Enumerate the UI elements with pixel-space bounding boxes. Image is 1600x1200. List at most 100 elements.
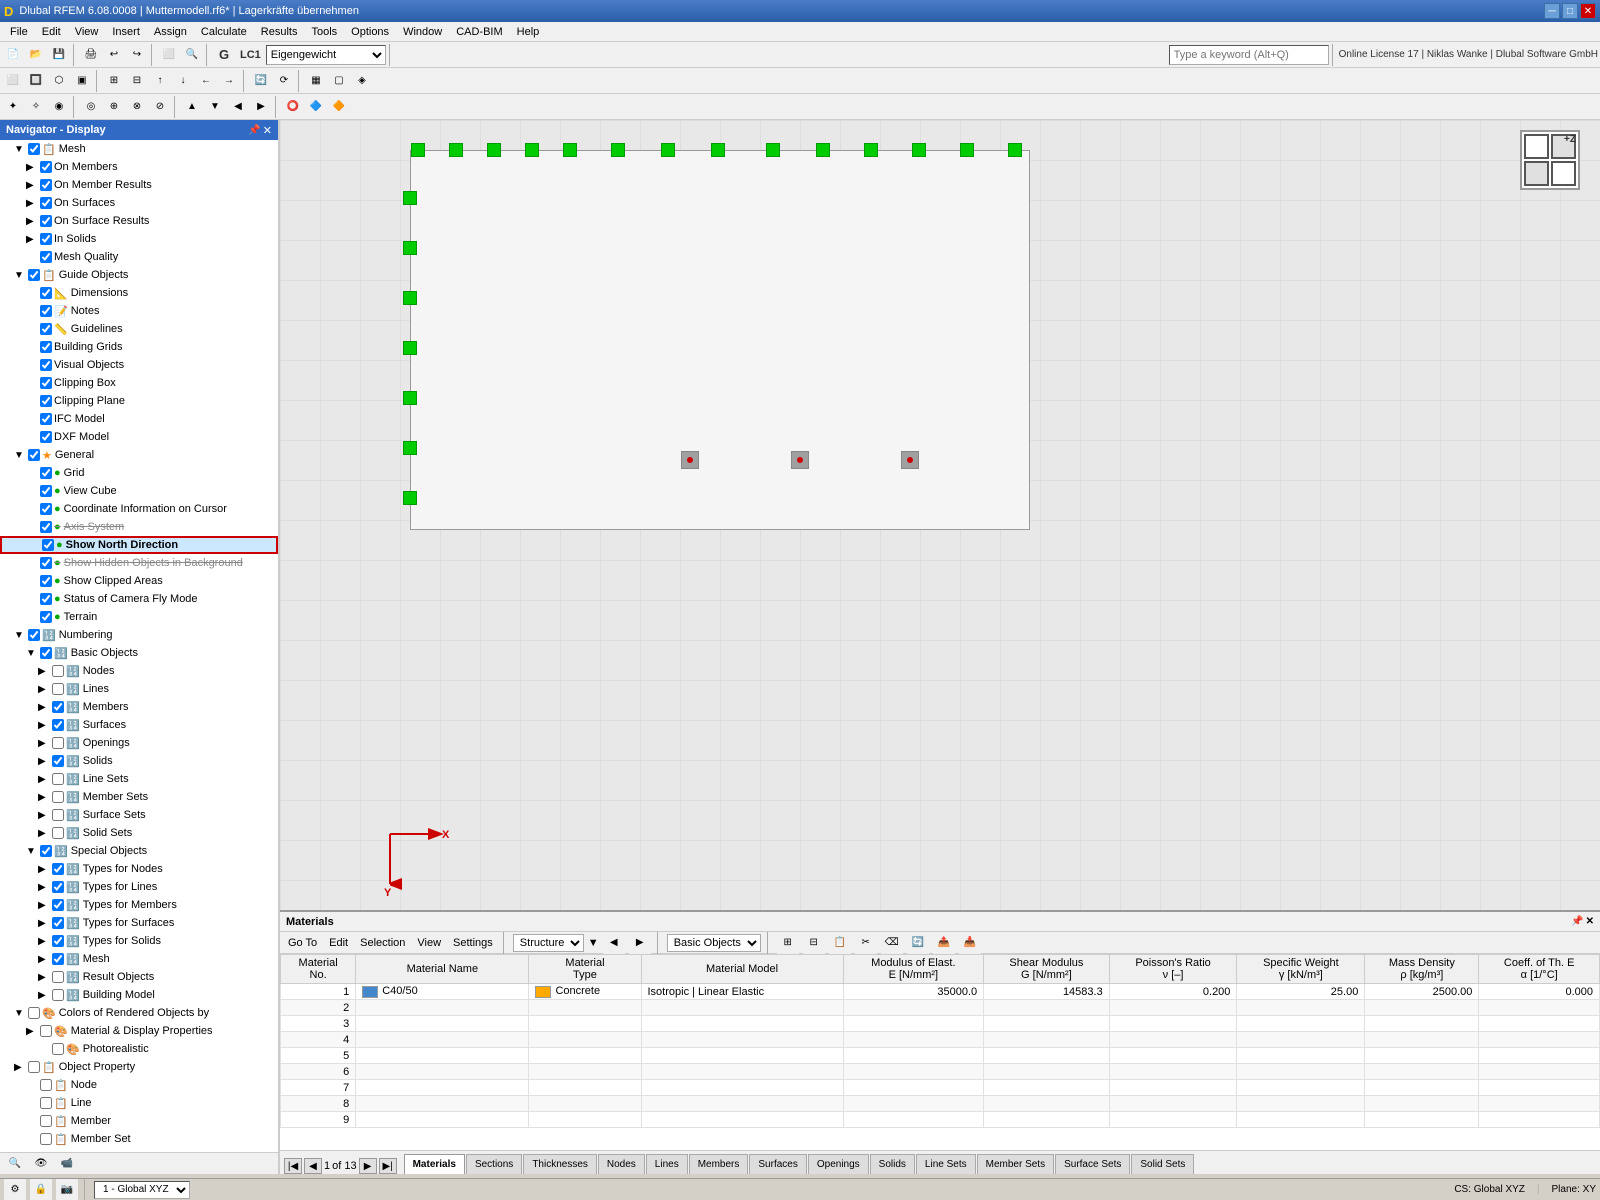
menu-options[interactable]: Options (345, 25, 395, 39)
tree-terrain[interactable]: ● Terrain (0, 608, 278, 626)
tree-show-clipped[interactable]: ● Show Clipped Areas (0, 572, 278, 590)
mat-dropdown-arrow[interactable]: ▼ (588, 937, 599, 949)
tb-r2[interactable]: 🔲 (25, 70, 47, 92)
tab-line-sets[interactable]: Line Sets (916, 1154, 976, 1174)
tb-r13[interactable]: ▦ (305, 70, 327, 92)
tree-mesh-quality[interactable]: Mesh Quality (0, 248, 278, 266)
tb-open[interactable]: 📂 (25, 44, 47, 66)
tb-r4[interactable]: ▣ (71, 70, 93, 92)
coord-system-dropdown[interactable]: 1 - Global XYZ (94, 1181, 190, 1199)
tb-r3[interactable]: ⬡ (48, 70, 70, 92)
tb-g-icon[interactable]: G (213, 44, 235, 66)
tb-r9[interactable]: ← (195, 70, 217, 92)
tree-view-cube[interactable]: ● View Cube (0, 482, 278, 500)
tree-on-member-results[interactable]: ▶ On Member Results (0, 176, 278, 194)
tab-surface-sets[interactable]: Surface Sets (1055, 1154, 1130, 1174)
tab-solids[interactable]: Solids (870, 1154, 915, 1174)
tree-building-model[interactable]: ▶ 🔢 Building Model (0, 986, 278, 1004)
tb-s14[interactable]: 🔶 (328, 96, 350, 118)
tree-mesh-num[interactable]: ▶ 🔢 Mesh (0, 950, 278, 968)
tree-object-property[interactable]: ▶ 📋 Object Property (0, 1058, 278, 1076)
menu-file[interactable]: File (4, 25, 34, 39)
table-row[interactable]: 2 (281, 1000, 1600, 1016)
viewport[interactable]: +Z (280, 120, 1600, 1174)
tb-undo[interactable]: ↩ (103, 44, 125, 66)
tree-types-members[interactable]: ▶ 🔢 Types for Members (0, 896, 278, 914)
nav-pin-btn[interactable]: 📌 (248, 124, 260, 137)
tree-member-set-obj[interactable]: 📋 Member Set (0, 1130, 278, 1148)
tab-member-sets[interactable]: Member Sets (977, 1154, 1054, 1174)
mat-tb7[interactable]: 📤 (933, 932, 955, 954)
tb-r5[interactable]: ⊞ (103, 70, 125, 92)
tree-clipping-plane[interactable]: Clipping Plane (0, 392, 278, 410)
tab-lines[interactable]: Lines (646, 1154, 688, 1174)
tree-show-hidden[interactable]: ● Show Hidden Objects in Background (0, 554, 278, 572)
tree-dimensions[interactable]: 📐 Dimensions (0, 284, 278, 302)
tab-nodes[interactable]: Nodes (598, 1154, 645, 1174)
tree-result-objects[interactable]: ▶ 🔢 Result Objects (0, 968, 278, 986)
tree-node-obj[interactable]: 📋 Node (0, 1076, 278, 1094)
nav-btn-3[interactable]: 📹 (56, 1153, 78, 1175)
table-row[interactable]: 1 C40/50 Concrete Isotropic | Linear Ela… (281, 984, 1600, 1000)
tree-on-members[interactable]: ▶ On Members (0, 158, 278, 176)
tab-solid-sets[interactable]: Solid Sets (1131, 1154, 1194, 1174)
tree-general[interactable]: ▼ ★ General (0, 446, 278, 464)
maximize-btn[interactable]: □ (1562, 3, 1578, 19)
tab-materials[interactable]: Materials (404, 1154, 465, 1174)
tree-basic-objects[interactable]: ▼ 🔢 Basic Objects (0, 644, 278, 662)
tb-s12[interactable]: ⭕ (282, 96, 304, 118)
tree-nodes[interactable]: ▶ 🔢 Nodes (0, 662, 278, 680)
tb-s6[interactable]: ⊗ (126, 96, 148, 118)
tree-member-obj[interactable]: 📋 Member (0, 1112, 278, 1130)
tb-r8[interactable]: ↓ (172, 70, 194, 92)
tree-show-north[interactable]: ● Show North Direction (0, 536, 278, 554)
table-row[interactable]: 9 (281, 1112, 1600, 1128)
table-row[interactable]: 4 (281, 1032, 1600, 1048)
menu-cad-bim[interactable]: CAD-BIM (450, 25, 508, 39)
tree-colors-rendered[interactable]: ▼ 🎨 Colors of Rendered Objects by (0, 1004, 278, 1022)
tree-solid-sets[interactable]: ▶ 🔢 Solid Sets (0, 824, 278, 842)
mat-tb6[interactable]: 🔄 (907, 932, 929, 954)
tb-s13[interactable]: 🔷 (305, 96, 327, 118)
tree-on-surface-results[interactable]: ▶ On Surface Results (0, 212, 278, 230)
status-icon-2[interactable]: 🔒 (30, 1179, 52, 1200)
materials-pin[interactable]: 📌 (1571, 916, 1583, 927)
menu-help[interactable]: Help (511, 25, 546, 39)
mat-structure-dropdown[interactable]: Structure (513, 934, 584, 952)
tree-grid[interactable]: ● Grid (0, 464, 278, 482)
nav-btn-1[interactable]: 🔍 (4, 1153, 26, 1175)
table-row[interactable]: 6 (281, 1064, 1600, 1080)
mat-tb3[interactable]: 📋 (829, 932, 851, 954)
tree-notes[interactable]: 📝 Notes (0, 302, 278, 320)
mat-basic-objects-dropdown[interactable]: Basic Objects (667, 934, 761, 952)
tb-r1[interactable]: ⬜ (2, 70, 24, 92)
table-row[interactable]: 8 (281, 1096, 1600, 1112)
search-input[interactable] (1169, 45, 1329, 65)
tree-axis-system[interactable]: ● Axis System (0, 518, 278, 536)
tree-photorealistic[interactable]: 🎨 Photorealistic (0, 1040, 278, 1058)
tb-s1[interactable]: ✦ (2, 96, 24, 118)
tree-openings[interactable]: ▶ 🔢 Openings (0, 734, 278, 752)
menu-view[interactable]: View (69, 25, 105, 39)
table-row[interactable]: 7 (281, 1080, 1600, 1096)
status-icon-1[interactable]: ⚙ (4, 1179, 26, 1200)
mat-tb8[interactable]: 📥 (959, 932, 981, 954)
tree-numbering[interactable]: ▼ 🔢 Numbering (0, 626, 278, 644)
tb-r7[interactable]: ↑ (149, 70, 171, 92)
tree-types-lines[interactable]: ▶ 🔢 Types for Lines (0, 878, 278, 896)
mat-prev-btn[interactable]: ◀ (603, 932, 625, 954)
tree-line-obj[interactable]: 📋 Line (0, 1094, 278, 1112)
tab-openings[interactable]: Openings (808, 1154, 869, 1174)
tree-visual-objects[interactable]: Visual Objects (0, 356, 278, 374)
tree-members[interactable]: ▶ 🔢 Members (0, 698, 278, 716)
page-prev-btn[interactable]: ◀ (304, 1158, 322, 1174)
tree-member-sets[interactable]: ▶ 🔢 Member Sets (0, 788, 278, 806)
mat-edit[interactable]: Edit (325, 936, 352, 950)
tree-building-grids[interactable]: Building Grids (0, 338, 278, 356)
table-row[interactable]: 5 (281, 1048, 1600, 1064)
tree-ifc-model[interactable]: IFC Model (0, 410, 278, 428)
table-row[interactable]: 3 (281, 1016, 1600, 1032)
tree-guide-objects[interactable]: ▼ 📋 Guide Objects (0, 266, 278, 284)
tb-s7[interactable]: ⊘ (149, 96, 171, 118)
menu-tools[interactable]: Tools (305, 25, 343, 39)
